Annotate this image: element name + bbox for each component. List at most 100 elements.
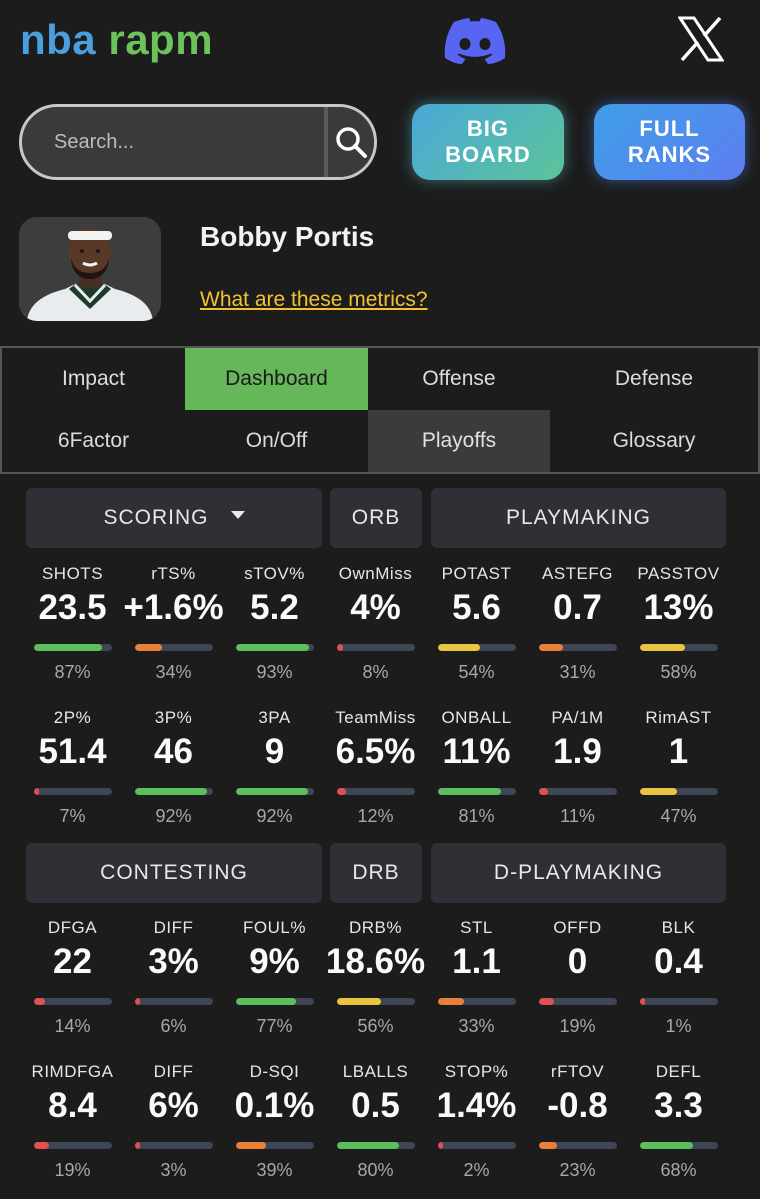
percentile-bar — [337, 788, 415, 795]
percentile-bar — [135, 644, 213, 651]
percentile-bar-fill — [236, 788, 308, 795]
big-board-button[interactable]: BIG BOARD — [412, 104, 564, 180]
stat-percentile: 33% — [458, 1016, 495, 1036]
stat-tile: PASSTOV 13% 58% — [628, 564, 729, 694]
stat-tile: sTOV% 5.2 93% — [224, 564, 325, 694]
percentile-bar-fill — [236, 1142, 267, 1149]
scoring-dropdown[interactable]: SCORING — [26, 488, 322, 548]
player-name: Bobby Portis — [200, 221, 375, 252]
percentile-bar-fill — [34, 998, 45, 1005]
tab-dashboard[interactable]: Dashboard — [185, 348, 368, 410]
site-logo[interactable]: nba rapm — [20, 16, 213, 64]
percentile-bar-fill — [337, 1142, 400, 1149]
percentile-bar — [34, 1142, 112, 1149]
percentile-bar — [135, 788, 213, 795]
stat-percentile: 7% — [59, 806, 86, 826]
percentile-bar — [236, 644, 314, 651]
playmaking-section-header: PLAYMAKING — [431, 488, 726, 548]
stat-label: DEFL — [655, 1062, 702, 1081]
percentile-bar — [236, 788, 314, 795]
stat-label: STOP% — [444, 1062, 509, 1081]
stat-value: 0.4 — [654, 942, 703, 981]
percentile-bar-fill — [640, 1142, 694, 1149]
stat-percentile: 23% — [559, 1160, 596, 1180]
percentile-bar — [135, 998, 213, 1005]
stat-percentile: 14% — [54, 1016, 91, 1036]
stat-label: LBALLS — [342, 1062, 409, 1081]
stat-label: POTAST — [441, 564, 512, 583]
tab-impact[interactable]: Impact — [2, 348, 185, 410]
contesting-section-header: CONTESTING — [26, 843, 322, 903]
percentile-bar-fill — [539, 788, 548, 795]
scoring-label: SCORING — [103, 506, 209, 529]
percentile-bar — [236, 1142, 314, 1149]
search-icon — [336, 127, 367, 158]
percentile-bar-fill — [337, 998, 381, 1005]
tab-on-off[interactable]: On/Off — [185, 410, 368, 472]
percentile-bar-fill — [135, 788, 207, 795]
stat-label: 3P% — [154, 708, 193, 727]
stat-tile: SHOTS 23.5 87% — [22, 564, 123, 694]
stat-tile: LBALLS 0.5 80% — [325, 1062, 426, 1192]
percentile-bar — [438, 1142, 516, 1149]
percentile-bar-fill — [438, 1142, 443, 1149]
stat-percentile: 81% — [458, 806, 495, 826]
stat-percentile: 77% — [256, 1016, 293, 1036]
percentile-bar-fill — [236, 998, 297, 1005]
percentile-bar-fill — [438, 998, 464, 1005]
metrics-help-link[interactable]: What are these metrics? — [200, 288, 428, 312]
percentile-bar — [337, 1142, 415, 1149]
stat-tile: TeamMiss 6.5% 12% — [325, 708, 426, 838]
full-ranks-button[interactable]: FULL RANKS — [594, 104, 745, 180]
percentile-bar-fill — [34, 1142, 49, 1149]
logo-nba: nba — [20, 16, 97, 63]
tab-playoffs[interactable]: Playoffs — [368, 410, 550, 472]
stat-tile: DIFF 6% 3% — [123, 1062, 224, 1192]
stat-percentile: 31% — [559, 662, 596, 682]
percentile-bar-fill — [539, 1142, 557, 1149]
percentile-bar-fill — [236, 644, 309, 651]
search-button[interactable] — [324, 107, 374, 177]
tab-6factor[interactable]: 6Factor — [2, 410, 185, 472]
drb-section-header: DRB — [330, 843, 422, 903]
percentile-bar — [337, 998, 415, 1005]
stat-label: DIFF — [153, 1062, 194, 1081]
percentile-bar — [34, 998, 112, 1005]
stat-percentile: 93% — [256, 662, 293, 682]
stat-label: 2P% — [53, 708, 92, 727]
percentile-bar — [438, 998, 516, 1005]
stat-label: RimAST — [645, 708, 712, 727]
stat-label: RIMDFGA — [31, 1062, 114, 1081]
stat-tile: rTS% +1.6% 34% — [123, 564, 224, 694]
tab-defense[interactable]: Defense — [550, 348, 758, 410]
orb-label: ORB — [351, 506, 401, 529]
x-twitter-icon[interactable] — [678, 16, 724, 62]
percentile-bar — [337, 644, 415, 651]
stat-tile: BLK 0.4 1% — [628, 918, 729, 1048]
stat-label: DIFF — [153, 918, 194, 937]
d-playmaking-section-header: D-PLAYMAKING — [431, 843, 726, 903]
stat-percentile: 68% — [660, 1160, 697, 1180]
percentile-bar-fill — [539, 998, 554, 1005]
tab-offense[interactable]: Offense — [368, 348, 550, 410]
stat-percentile: 92% — [155, 806, 192, 826]
percentile-bar — [34, 788, 112, 795]
stat-label: rTS% — [151, 564, 196, 583]
stat-tile: ASTEFG 0.7 31% — [527, 564, 628, 694]
percentile-bar-fill — [438, 644, 481, 651]
percentile-bar — [236, 998, 314, 1005]
percentile-bar — [640, 1142, 718, 1149]
stat-tile: POTAST 5.6 54% — [426, 564, 527, 694]
stat-label: TeamMiss — [335, 708, 416, 727]
percentile-bar-fill — [34, 644, 102, 651]
view-tabs: Impact Dashboard Offense Defense 6Factor… — [0, 346, 760, 474]
full-ranks-line2: RANKS — [627, 142, 712, 167]
stat-tile: DIFF 3% 6% — [123, 918, 224, 1048]
stat-label: PA/1M — [551, 708, 604, 727]
stat-label: FOUL% — [243, 918, 306, 937]
percentile-bar-fill — [640, 998, 645, 1005]
search-input[interactable] — [22, 107, 324, 177]
discord-icon[interactable] — [444, 18, 506, 64]
tab-glossary[interactable]: Glossary — [550, 410, 758, 472]
percentile-bar — [34, 644, 112, 651]
